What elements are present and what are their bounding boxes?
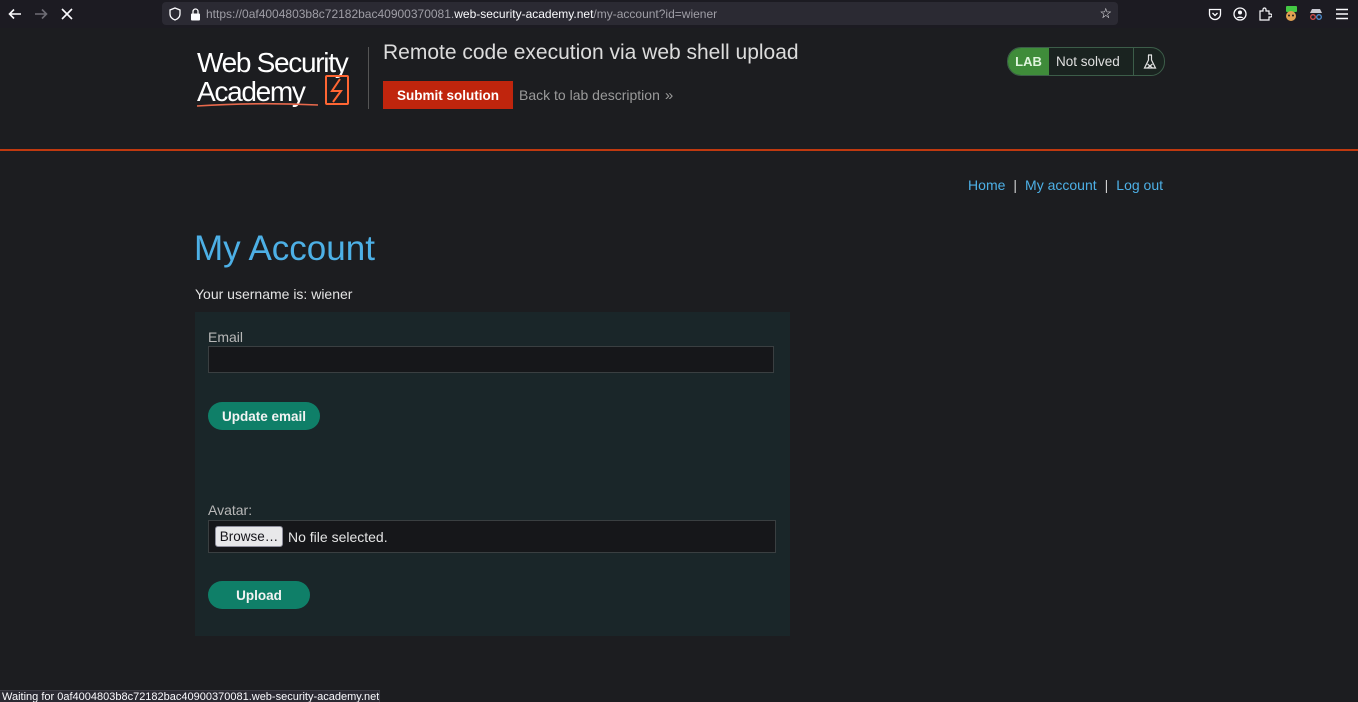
lab-badge: LAB	[1008, 48, 1049, 75]
incognito-icon[interactable]	[1307, 5, 1325, 23]
double-chevron-right-icon: »	[664, 87, 674, 104]
bookmark-star-icon[interactable]: ☆	[1099, 5, 1112, 22]
shield-icon[interactable]	[167, 6, 183, 22]
url-prefix: https://0af4004803b8c72182bac40900370081…	[206, 7, 455, 21]
back-link-label: Back to lab description	[519, 87, 660, 103]
pocket-icon[interactable]	[1206, 5, 1224, 23]
top-navigation: Home | My account | Log out	[968, 177, 1163, 193]
nav-my-account-link[interactable]: My account	[1025, 177, 1097, 193]
menu-hamburger-icon[interactable]	[1333, 5, 1351, 23]
burp-extension-icon[interactable]	[1282, 5, 1300, 23]
nav-log-out-link[interactable]: Log out	[1116, 177, 1163, 193]
nav-home-link[interactable]: Home	[968, 177, 1005, 193]
stop-loading-icon[interactable]	[56, 3, 78, 25]
status-bar-text: Waiting for 0af4004803b8c72182bac4090037…	[2, 691, 380, 702]
extensions-icon[interactable]	[1256, 5, 1274, 23]
lab-status: Not solved	[1056, 54, 1120, 69]
forward-arrow-icon[interactable]	[30, 3, 52, 25]
browse-button[interactable]: Browse…	[215, 526, 283, 547]
url-domain: web-security-academy.net	[454, 7, 594, 21]
lab-status-widget: LAB Not solved	[1007, 47, 1165, 76]
email-input[interactable]	[208, 346, 774, 373]
username-text: Your username is: wiener	[195, 286, 353, 302]
back-arrow-icon[interactable]	[4, 3, 26, 25]
flask-icon	[1133, 48, 1164, 75]
page-title: My Account	[194, 229, 375, 268]
email-label: Email	[208, 329, 244, 345]
submit-solution-button[interactable]: Submit solution	[383, 81, 513, 109]
nav-separator: |	[1013, 177, 1018, 193]
address-bar[interactable]: https://0af4004803b8c72182bac40900370081…	[162, 2, 1118, 25]
lab-header: Web Security Academy Remote code executi…	[0, 28, 1358, 151]
nav-separator: |	[1104, 177, 1109, 193]
file-status-text: No file selected.	[288, 529, 388, 545]
account-icon[interactable]	[1231, 5, 1249, 23]
url-text[interactable]: https://0af4004803b8c72182bac40900370081…	[206, 7, 717, 21]
lab-title: Remote code execution via web shell uplo…	[383, 41, 799, 64]
avatar-file-input[interactable]: Browse… No file selected.	[208, 520, 776, 553]
account-form-panel: Email Update email Avatar: Browse… No fi…	[195, 312, 790, 636]
upload-button[interactable]: Upload	[208, 581, 310, 609]
logo-line2: Academy	[197, 76, 306, 107]
header-divider	[368, 47, 369, 109]
browser-status-bar: Waiting for 0af4004803b8c72182bac4090037…	[0, 690, 380, 702]
logo-line1: Web Security	[197, 47, 349, 78]
update-email-button[interactable]: Update email	[208, 402, 320, 430]
url-path: /my-account?id=wiener	[593, 7, 718, 21]
lock-icon[interactable]	[187, 6, 203, 22]
back-to-lab-description-link[interactable]: Back to lab description»	[519, 87, 673, 104]
browser-toolbar: https://0af4004803b8c72182bac40900370081…	[0, 0, 1358, 29]
avatar-label: Avatar:	[208, 502, 253, 518]
web-security-academy-logo[interactable]: Web Security Academy	[196, 46, 368, 110]
